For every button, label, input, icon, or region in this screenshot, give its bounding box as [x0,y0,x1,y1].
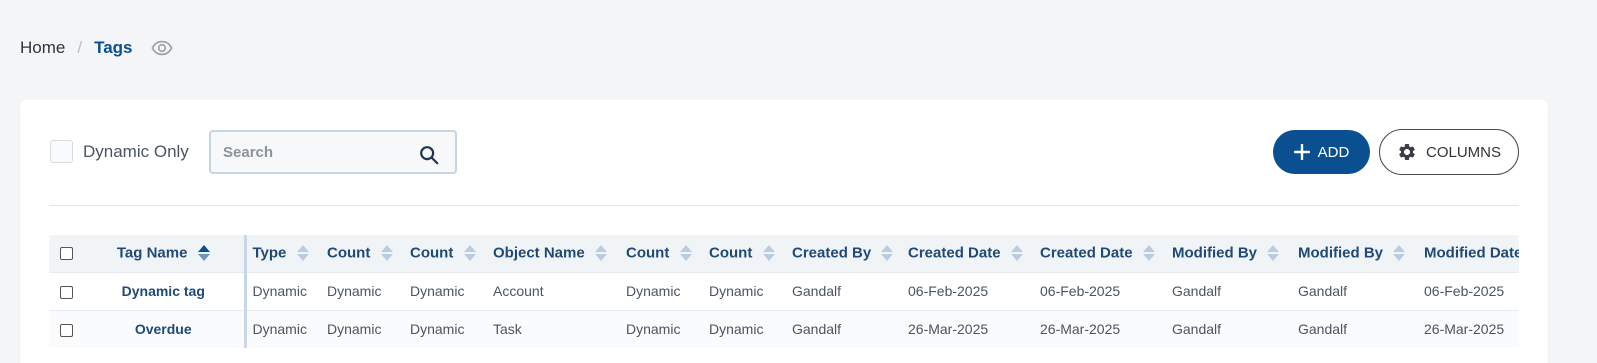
modified-by-cell: Gandalf [1298,283,1348,299]
modified-by-cell: Gandalf [1172,283,1222,299]
column-header-count[interactable]: Count [321,235,404,272]
sort-icon[interactable] [463,244,476,262]
column-header-tag-name[interactable]: Tag Name [83,235,247,272]
sort-icon[interactable] [1010,244,1023,262]
columns-button-label: COLUMNS [1425,143,1501,161]
column-header-label: Modified Date [1424,245,1519,263]
sort-icon[interactable] [594,244,607,262]
sort-icon[interactable] [1267,244,1280,262]
sort-icon[interactable] [762,244,775,262]
count-cell: Dynamic [410,321,465,338]
column-header-modified-by[interactable]: Modified By [1166,235,1292,272]
column-header-count[interactable]: Count [620,235,703,272]
add-button[interactable]: ADD [1273,130,1370,174]
column-header-label: Count [327,244,371,262]
count-cell: Dynamic [410,283,465,299]
count-cell: Dynamic [626,321,681,338]
object-name-cell: Account [493,283,544,299]
search-box [209,130,457,174]
search-input[interactable] [211,132,411,172]
created-date-cell: 06-Feb-2025 [1040,283,1121,299]
count-cell: Dynamic [327,283,382,299]
table-row[interactable]: Overdue Dynamic Dynamic Dynamic Task Dyn… [49,310,1519,348]
column-header-label: Object Name [493,244,585,262]
breadcrumb-home-link[interactable]: Home [20,38,65,58]
row-select-cell [49,272,83,310]
column-header-label: Count [626,244,670,262]
column-header-label: Modified By [1172,244,1257,262]
created-by-cell: Gandalf [792,321,842,338]
modified-by-cell: Gandalf [1298,321,1348,338]
column-header-label: Type [252,244,287,262]
count-cell: Dynamic [709,321,764,338]
column-header-created-date[interactable]: Created Date [902,235,1034,272]
created-date-cell: 06-Feb-2025 [908,283,989,299]
count-cell: Dynamic [626,283,681,299]
add-button-label: ADD [1317,143,1350,161]
modified-date-cell: 06-Feb-2025 [1424,283,1505,299]
column-header-label: Created Date [1040,244,1133,262]
column-header-label: Created By [792,244,872,262]
count-cell: Dynamic [709,283,764,299]
select-all-checkbox[interactable] [59,247,73,261]
column-header-label: Count [410,244,454,262]
column-header-label: Modified By [1298,244,1383,262]
breadcrumb-separator: / [77,38,83,57]
tag-name-cell[interactable]: Dynamic tag [83,272,247,310]
select-all-cell [49,235,83,272]
sort-icon[interactable] [1393,244,1406,262]
columns-button[interactable]: COLUMNS [1379,129,1519,175]
modified-by-cell: Gandalf [1172,321,1222,338]
divider [49,205,1519,206]
column-header-type[interactable]: Type [245,235,321,272]
tags-table-container: Tag Name Type Count Count Object Name Co… [49,235,1519,363]
column-header-object-name[interactable]: Object Name [487,235,620,272]
dynamic-only-label[interactable]: Dynamic Only [83,142,189,162]
sort-icon[interactable] [1142,244,1155,262]
breadcrumb: Home / Tags [20,36,173,60]
object-name-cell: Task [493,321,522,338]
table-header-row: Tag Name Type Count Count Object Name Co… [49,235,1519,272]
created-date-cell: 26-Mar-2025 [908,321,989,338]
column-header-created-by[interactable]: Created By [786,235,902,272]
tags-table: Tag Name Type Count Count Object Name Co… [49,235,1519,348]
type-cell: Dynamic [252,283,307,299]
column-header-modified-date[interactable]: Modified Date [1418,235,1519,272]
plus-icon [1293,144,1310,160]
row-select-cell [49,310,83,348]
sort-icon[interactable] [679,244,692,262]
tag-name-cell[interactable]: Overdue [83,310,247,348]
column-header-modified-by[interactable]: Modified By [1292,235,1418,272]
column-header-count[interactable]: Count [703,235,786,272]
count-cell: Dynamic [327,321,382,338]
sort-ascending-icon[interactable] [197,244,210,262]
sort-icon[interactable] [296,244,309,262]
column-header-label: Created Date [908,244,1001,262]
modified-date-cell: 26-Mar-2025 [1424,321,1505,338]
type-cell: Dynamic [252,321,307,338]
gear-icon [1397,142,1417,162]
row-checkbox[interactable] [59,324,73,338]
eye-icon[interactable] [150,37,173,59]
column-header-created-date[interactable]: Created Date [1034,235,1166,272]
breadcrumb-current: Tags [94,38,133,57]
row-checkbox[interactable] [59,285,73,299]
column-header-label: Count [709,244,753,262]
table-row[interactable]: Dynamic tag Dynamic Dynamic Dynamic Acco… [49,272,1519,310]
column-header-count[interactable]: Count [404,235,487,272]
search-icon[interactable] [418,144,440,166]
toolbar: Dynamic Only ADD [20,100,1548,206]
dynamic-only-checkbox[interactable] [50,140,73,163]
sort-icon[interactable] [380,244,393,262]
created-by-cell: Gandalf [792,283,842,299]
created-date-cell: 26-Mar-2025 [1040,321,1121,338]
tags-card: Dynamic Only ADD [20,100,1548,363]
column-header-label: Tag Name [116,244,188,262]
sort-icon[interactable] [881,244,894,262]
